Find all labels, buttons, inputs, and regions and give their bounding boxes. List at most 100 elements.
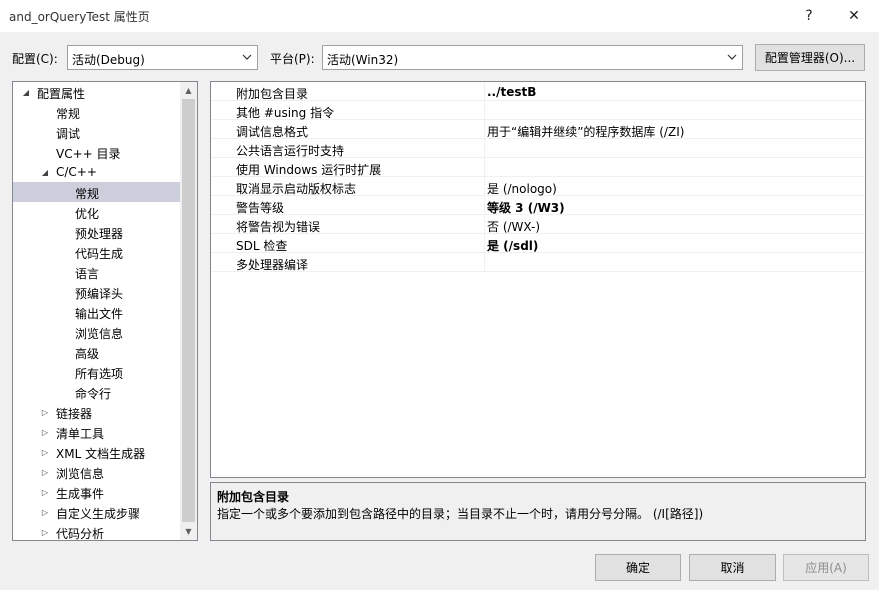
property-row[interactable]: 多处理器编译 [211, 253, 865, 272]
tree-item-label: C/C++ [56, 165, 97, 179]
window-title: and_orQueryTest 属性页 [9, 10, 150, 24]
tree-item[interactable]: VC++ 目录 [13, 142, 180, 162]
tree-item[interactable]: 输出文件 [13, 302, 180, 322]
tree-item[interactable]: 预编译头 [13, 282, 180, 302]
property-grid: 附加包含目录 ../testB 其他 #using 指令 调试信息格式 用于“编辑并继续… [210, 81, 866, 478]
property-row[interactable]: 公共语言运行时支持 [211, 139, 865, 158]
property-name: SDL 检查 [236, 239, 288, 253]
tree-item[interactable]: 所有选项 [13, 362, 180, 382]
cancel-button[interactable]: 取消 [689, 554, 776, 581]
property-value[interactable]: 否 (/WX-) [487, 218, 540, 235]
tree-scrollbar[interactable]: ▲ ▼ [180, 82, 197, 540]
tree-item[interactable]: ▷ 浏览信息 [13, 462, 180, 482]
expander-icon[interactable]: ▷ [40, 445, 50, 459]
tree-item[interactable]: 语言 [13, 262, 180, 282]
property-name: 使用 Windows 运行时扩展 [236, 163, 382, 177]
tree-item-label: 清单工具 [56, 427, 105, 441]
column-divider [484, 120, 485, 139]
tree-item-label: 浏览信息 [56, 467, 105, 481]
tree-item[interactable]: 预处理器 [13, 222, 180, 242]
property-value[interactable]: 是 (/sdl) [487, 237, 538, 254]
property-row[interactable]: 使用 Windows 运行时扩展 [211, 158, 865, 177]
expander-icon[interactable]: ▷ [40, 525, 50, 539]
scroll-up-icon[interactable]: ▲ [180, 82, 197, 99]
tree-item[interactable]: ▷ 链接器 [13, 402, 180, 422]
tree-item-label: 输出文件 [75, 307, 124, 321]
description-title: 附加包含目录 [217, 490, 290, 504]
property-tree: ◢ 配置属性 常规 调试 VC++ 目录 ◢ C/C++ 常规 优化 预处理器 代码生成 语言 预编译头… [12, 81, 198, 541]
tree-item[interactable]: ◢ 配置属性 [13, 82, 180, 102]
property-name: 将警告视为错误 [236, 220, 321, 234]
expander-icon[interactable]: ▷ [40, 485, 50, 499]
chevron-down-icon [726, 49, 738, 65]
tree-item[interactable]: ▷ 生成事件 [13, 482, 180, 502]
property-row[interactable]: SDL 检查 是 (/sdl) [211, 234, 865, 253]
config-label: 配置(C): [12, 52, 58, 66]
tree-item[interactable]: 常规 [13, 102, 180, 122]
property-name: 警告等级 [236, 201, 285, 215]
tree-item[interactable]: 代码生成 [13, 242, 180, 262]
property-row[interactable]: 取消显示启动版权标志 是 (/nologo) [211, 177, 865, 196]
tree-item[interactable]: ▷ 清单工具 [13, 422, 180, 442]
tree-item-label: 命令行 [75, 387, 112, 401]
tree-item[interactable]: 常规 [13, 182, 180, 202]
tree-item-label: 代码生成 [75, 247, 124, 261]
tree-item-label: 预处理器 [75, 227, 124, 241]
scrollbar-thumb[interactable] [182, 99, 195, 522]
property-name: 调试信息格式 [236, 125, 309, 139]
tree-item[interactable]: ▷ 代码分析 [13, 522, 180, 541]
description-pane: 附加包含目录 指定一个或多个要添加到包含路径中的目录；当目录不止一个时，请用分号… [210, 482, 866, 541]
tree-item[interactable]: 高级 [13, 342, 180, 362]
tree-item[interactable]: 浏览信息 [13, 322, 180, 342]
expander-icon[interactable]: ◢ [40, 165, 50, 179]
property-row[interactable]: 附加包含目录 ../testB [211, 82, 865, 101]
config-select-value: 活动(Debug) [72, 53, 145, 67]
property-value[interactable]: 用于“编辑并继续”的程序数据库 (/ZI) [487, 123, 684, 140]
close-icon[interactable]: ✕ [839, 4, 869, 28]
platform-select[interactable]: 活动(Win32) [322, 45, 743, 70]
expander-icon[interactable]: ▷ [40, 405, 50, 419]
column-divider [484, 158, 485, 177]
tree-item-label: 浏览信息 [75, 327, 124, 341]
property-row[interactable]: 将警告视为错误 否 (/WX-) [211, 215, 865, 234]
tree-item[interactable]: 调试 [13, 122, 180, 142]
tree-item[interactable]: ▷ 自定义生成步骤 [13, 502, 180, 522]
platform-label: 平台(P): [270, 52, 315, 66]
expander-icon[interactable]: ▷ [40, 505, 50, 519]
expander-icon[interactable]: ▷ [40, 425, 50, 439]
property-row[interactable]: 警告等级 等级 3 (/W3) [211, 196, 865, 215]
property-value[interactable]: ../testB [487, 85, 536, 99]
property-name: 其他 #using 指令 [236, 106, 335, 120]
tree-item-label: 高级 [75, 347, 100, 361]
config-manager-button[interactable]: 配置管理器(O)... [755, 44, 865, 71]
help-icon[interactable]: ? [794, 4, 824, 28]
expander-icon[interactable]: ▷ [40, 465, 50, 479]
tree-item-label: 语言 [75, 267, 100, 281]
tree-item[interactable]: ◢ C/C++ [13, 162, 180, 182]
tree-item[interactable]: 优化 [13, 202, 180, 222]
column-divider [484, 177, 485, 196]
tree-item-label: 配置属性 [37, 87, 86, 101]
tree-item[interactable]: 命令行 [13, 382, 180, 402]
property-value[interactable]: 等级 3 (/W3) [487, 199, 565, 216]
ok-button[interactable]: 确定 [595, 554, 681, 581]
property-row[interactable]: 调试信息格式 用于“编辑并继续”的程序数据库 (/ZI) [211, 120, 865, 139]
tree-item-label: 代码分析 [56, 527, 105, 541]
scroll-down-icon[interactable]: ▼ [180, 523, 197, 540]
expander-icon[interactable]: ◢ [21, 85, 31, 99]
property-row[interactable]: 其他 #using 指令 [211, 101, 865, 120]
description-text: 指定一个或多个要添加到包含路径中的目录；当目录不止一个时，请用分号分隔。 (/I… [217, 507, 704, 521]
tree-item-label: XML 文档生成器 [56, 447, 146, 461]
tree-item[interactable]: ▷ XML 文档生成器 [13, 442, 180, 462]
apply-button[interactable]: 应用(A) [783, 554, 869, 581]
property-value[interactable]: 是 (/nologo) [487, 180, 557, 197]
config-select[interactable]: 活动(Debug) [67, 45, 258, 70]
